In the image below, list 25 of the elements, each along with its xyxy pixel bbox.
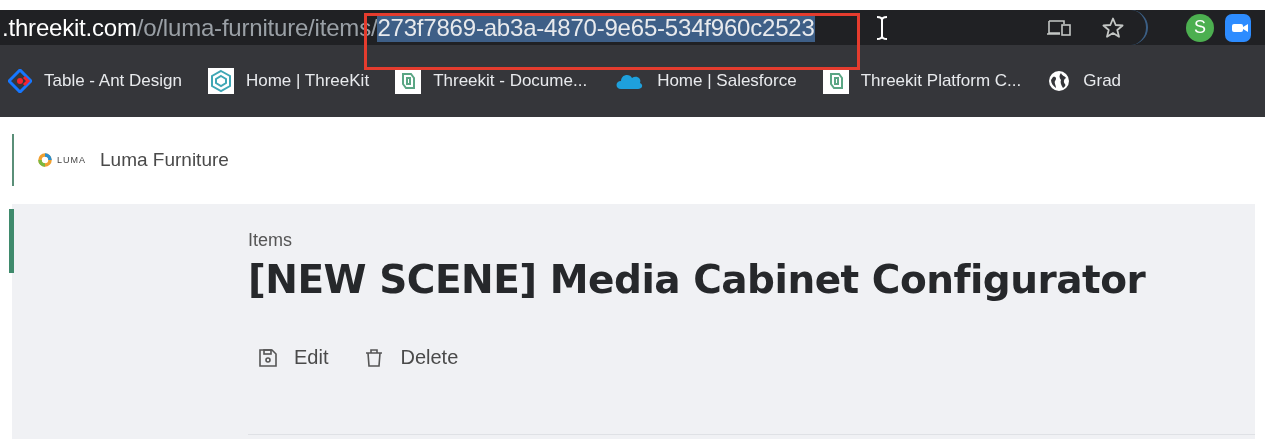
trash-icon <box>364 347 385 368</box>
url-host: .threekit.com <box>2 13 137 42</box>
page-title: [NEW SCENE] Media Cabinet Configurator <box>248 257 1147 302</box>
hexagon-logo-icon <box>207 68 234 94</box>
bookmark-link[interactable]: Grad <box>1047 69 1122 93</box>
logo-text: LUMA <box>57 155 86 165</box>
ring-logo-icon <box>38 153 52 167</box>
bookmark-link[interactable]: Threekit - Docume... <box>395 68 588 94</box>
bookmark-link[interactable]: Table - Ant Design <box>8 69 182 93</box>
bookmark-link[interactable]: Threekit Platform C... <box>822 68 1022 94</box>
video-camera-icon <box>1225 13 1251 42</box>
devices-icon <box>1046 18 1072 37</box>
organization-name: Luma Furniture <box>100 149 229 171</box>
layered-logo-icon <box>395 68 422 94</box>
globe-icon <box>1047 69 1072 93</box>
star-icon <box>1102 16 1124 39</box>
bookmark-link[interactable]: Home | ThreeKit <box>207 68 370 94</box>
diamond-logo-icon <box>8 69 32 93</box>
action-button[interactable]: Edit <box>258 346 329 369</box>
layered-logo-icon <box>822 68 849 94</box>
active-indicator <box>9 209 14 273</box>
text-cursor-icon <box>874 14 889 41</box>
bookmark-link[interactable]: Home | Salesforce <box>613 70 797 92</box>
breadcrumb: Items <box>248 230 293 251</box>
action-button[interactable]: Delete <box>364 346 459 369</box>
